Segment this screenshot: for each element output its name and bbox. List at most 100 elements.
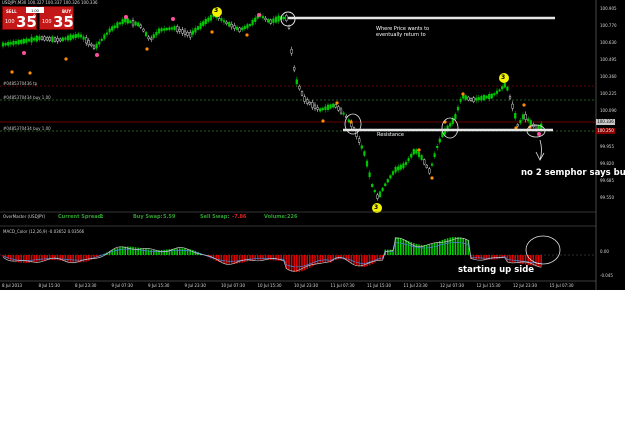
candle-body (254, 17, 257, 22)
candle-body (191, 30, 194, 35)
candle-body (163, 28, 166, 31)
macd-bar (233, 255, 236, 264)
price-tick: 100.770 (600, 23, 617, 28)
candle-body (155, 31, 158, 36)
candle-body (7, 41, 10, 46)
price-tick: 99.685 (600, 178, 614, 183)
macd-bar (54, 255, 56, 261)
candle-body (303, 96, 306, 102)
candle-body (152, 34, 155, 39)
macd-bar (397, 237, 399, 255)
candle-body (85, 37, 88, 44)
candle-body (514, 113, 517, 119)
candle-body (488, 94, 491, 100)
candle-body (228, 21, 231, 27)
candle-body (389, 175, 392, 179)
macd-bar (439, 241, 441, 255)
macd-bar (428, 244, 431, 255)
oscillator-tick: -0.045 (600, 273, 613, 278)
macd-bar (509, 255, 511, 262)
semaphore-dot (321, 119, 325, 123)
macd-bar (418, 244, 420, 255)
candle-body (480, 95, 483, 101)
macd-bar (20, 255, 22, 263)
macd-bar (137, 247, 139, 255)
candle-body (173, 26, 176, 30)
candle-body (360, 145, 363, 149)
semaphore-dot (537, 132, 541, 136)
candle-body (95, 43, 98, 49)
candle-body (321, 108, 324, 111)
macd-bar (51, 255, 54, 260)
semaphore-number-top-right: 3 (501, 74, 506, 81)
candle-body (282, 16, 285, 20)
lot-size-input[interactable] (26, 7, 44, 13)
macd-bar (23, 255, 25, 263)
candle-body (415, 149, 418, 154)
trading-terminal: USDJPY,M30 100.327 100.337 100.326 100.3… (0, 0, 625, 290)
macd-bar (231, 255, 233, 264)
macd-bar (168, 249, 171, 255)
sell-price-prefix: 100 (5, 19, 15, 25)
candle-body (12, 40, 15, 46)
macd-bar (366, 255, 368, 267)
semaphore-dot (245, 33, 249, 37)
time-tick: 9 Jul 07:30 (111, 283, 133, 288)
time-tick: 11 Jul 15:30 (367, 283, 391, 288)
candle-body (397, 166, 400, 171)
candle-body (30, 36, 33, 43)
buy-swap-value: 5.59 (163, 214, 176, 220)
macd-bar (176, 248, 178, 255)
candle-body (269, 19, 272, 24)
candle-body (332, 103, 335, 108)
macd-bar (163, 249, 165, 255)
candle-body (521, 114, 525, 120)
indicator-name: OverMaster (USDJPY) (3, 214, 46, 219)
candle-body (217, 16, 220, 19)
oscillator-note: starting up side (458, 265, 535, 275)
candle-body (176, 26, 179, 32)
macd-bar (459, 237, 462, 255)
candle-body (524, 113, 527, 120)
candle-body (243, 26, 246, 30)
buy-button[interactable]: BUY 100 35 1 (39, 6, 74, 31)
price-tick: 99.955 (600, 144, 614, 149)
candle-body (384, 183, 387, 186)
price-tick: 99.550 (600, 195, 614, 200)
macd-bar (355, 255, 358, 266)
macd-bar (465, 238, 467, 255)
candlestick-series (1, 11, 543, 201)
macd-bar (535, 255, 537, 267)
candle-body (246, 24, 249, 29)
candle-body (92, 45, 96, 49)
candle-body (170, 27, 174, 30)
candle-body (116, 22, 119, 28)
macd-bar (480, 255, 483, 260)
macd-bar (244, 255, 246, 263)
candle-body (87, 40, 90, 46)
candle-body (402, 163, 405, 169)
macd-bar (322, 255, 324, 263)
candle-body (25, 38, 28, 43)
candle-body (131, 20, 135, 26)
macd-bar (179, 248, 181, 255)
macd-bar (228, 255, 230, 264)
macd-bar (413, 243, 415, 255)
macd-bar (67, 255, 69, 262)
candle-body (48, 37, 51, 41)
macd-bar (69, 255, 72, 262)
resistance-touch-circle-2 (441, 117, 459, 139)
time-tick: 10 Jul 23:30 (294, 283, 318, 288)
candle-body (469, 98, 473, 102)
one-click-trade-panel: SELL 100 35 0 BUY 100 35 1 (2, 6, 74, 31)
macd-bar (423, 244, 425, 255)
time-tick: 8 Jul 2013 (2, 283, 23, 288)
macd-bar (241, 255, 243, 263)
candle-body (51, 36, 54, 43)
candle-body (181, 29, 184, 34)
price-chart[interactable] (0, 0, 625, 290)
candle-body (428, 168, 431, 174)
macd-bar (223, 255, 225, 264)
macd-bar (475, 255, 477, 259)
candle-body (334, 104, 337, 108)
